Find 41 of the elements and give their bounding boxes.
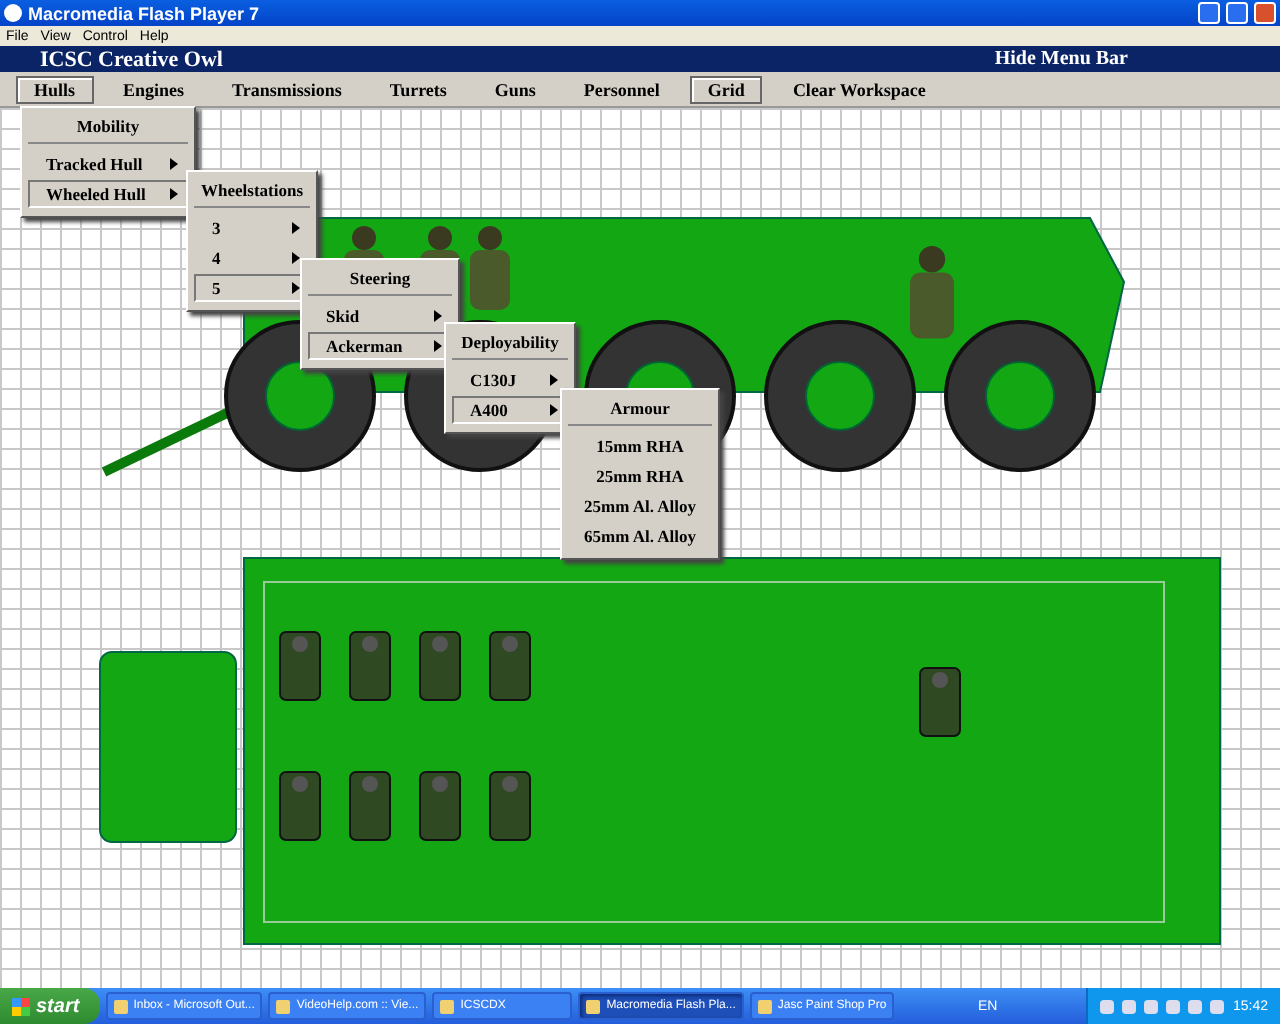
window-title: Macromedia Flash Player 7 [28,3,262,23]
seated-soldier-icon [489,631,531,701]
seated-soldier-icon [919,667,961,737]
menu-heading: Armour [568,394,712,426]
menu-heading: Deployability [452,328,568,360]
start-button[interactable]: start [0,988,100,1024]
menu-tab[interactable]: Engines [105,75,203,103]
menu-option[interactable]: 65mm Al. Alloy [568,522,712,550]
menu-heading: Steering [308,264,452,296]
menu-tab[interactable]: Guns [476,75,554,103]
seated-soldier-icon [349,631,391,701]
soldier-figure [910,246,954,339]
seated-soldier-icon [419,771,461,841]
submenu-arrow-icon [170,158,178,170]
menu-tab[interactable]: Hulls [16,75,94,103]
seated-soldier-icon [279,631,321,701]
app-icon [4,4,22,22]
menu-tab[interactable]: Grid [689,75,763,103]
submenu-arrow-icon [170,188,178,200]
menu-tab[interactable]: Clear Workspace [774,75,944,103]
seated-soldier-icon [419,631,461,701]
menu-tab[interactable]: Personnel [565,75,678,103]
menu-heading: Wheelstations [194,176,310,208]
menu-option[interactable]: 25mm Al. Alloy [568,492,712,520]
app-title: ICSC Creative Owl [40,47,223,71]
menu-option[interactable]: 25mm RHA [568,462,712,490]
menu-option[interactable]: Tracked Hull [28,150,188,178]
menu-option[interactable]: 15mm RHA [568,432,712,460]
seated-soldier-icon [349,771,391,841]
menu-option[interactable]: 3 [194,214,310,242]
minimize-button[interactable] [1198,2,1220,24]
menu-tab[interactable]: Turrets [371,75,465,103]
close-button[interactable] [1254,2,1276,24]
submenu-arrow-icon [292,222,300,234]
menu-tab[interactable]: Transmissions [214,75,360,103]
soldier-figure [470,226,510,310]
hide-menu-bar-link[interactable]: Hide Menu Bar [994,48,1128,70]
maximize-button[interactable] [1226,2,1248,24]
seated-soldier-icon [279,771,321,841]
seated-soldier-icon [489,771,531,841]
menu-heading: Mobility [28,112,188,144]
